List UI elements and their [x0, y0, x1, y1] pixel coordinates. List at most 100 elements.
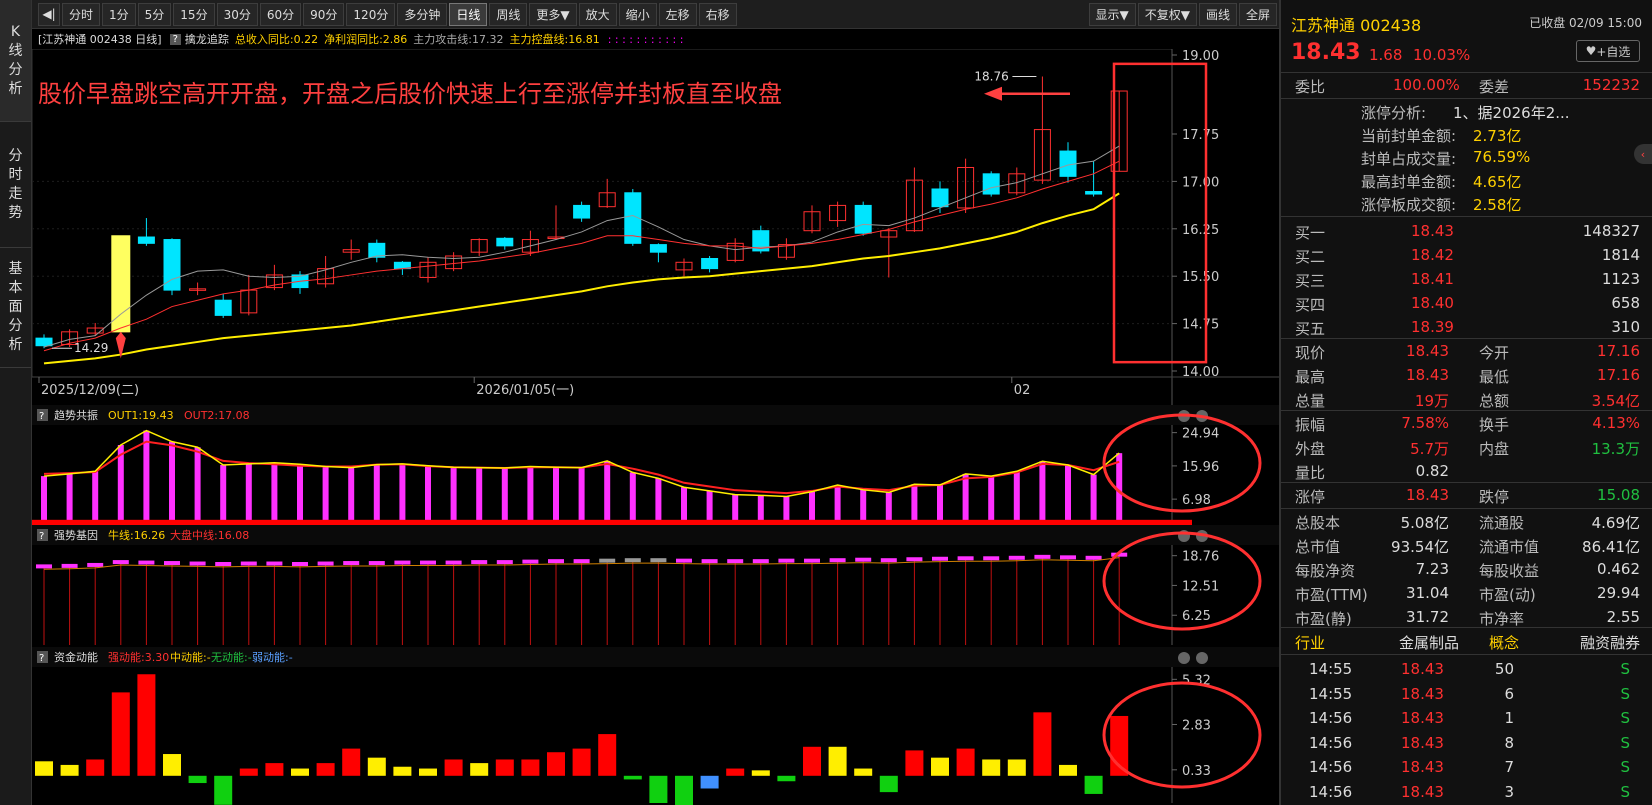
bid-volume-1: 1814: [1601, 246, 1640, 264]
chart-title: [江苏神通 002438 日线]: [38, 33, 162, 46]
strong-help-glyph: ?: [39, 531, 44, 542]
tab-intraday[interactable]: 分时走势: [0, 122, 31, 248]
fund-bar-21: [572, 748, 591, 776]
candle-5[interactable]: [163, 238, 181, 296]
toolbar-btn-7[interactable]: 120分: [346, 2, 396, 26]
toolbar-btn-19[interactable]: 全屏: [1238, 2, 1277, 26]
fund-bar-35: [931, 757, 949, 776]
limit-up-row-3: 最高封单金额: 4.65亿: [1281, 169, 1652, 193]
toolbar-btn-13[interactable]: 缩小: [618, 2, 657, 26]
add-favorite-button[interactable]: ♥ +自选: [1576, 40, 1640, 62]
tab-kline[interactable]: K线分析: [0, 0, 31, 122]
stats2-value-1-a: 5.7万: [1410, 440, 1449, 458]
tick-price-3: 18.43: [1401, 733, 1444, 752]
stats4-value-1-b: 86.41亿: [1582, 538, 1640, 556]
trend-bar-34: [911, 484, 918, 525]
toolbar-btn-10[interactable]: 周线: [489, 2, 528, 26]
collapse-button[interactable]: ◀|: [38, 2, 60, 26]
tick-side-2: S: [1620, 709, 1630, 727]
strong-bar-20: [548, 559, 564, 564]
stats2-value-2-a: 0.82: [1415, 462, 1449, 480]
fund-close-icon[interactable]: [1196, 652, 1208, 664]
toolbar-btn-9[interactable]: 日线: [449, 2, 488, 26]
strong-bar-15: [420, 560, 436, 565]
bid-row-0[interactable]: 买一 18.43 148327: [1281, 220, 1652, 244]
bid-row-3[interactable]: 买四 18.40 658: [1281, 292, 1652, 316]
limit-up-row-4: 涨停板成交额: 2.58亿: [1281, 192, 1652, 216]
expand-arrow-icon[interactable]: ‹: [1634, 144, 1652, 164]
limit-up-value-4: 2.58亿: [1473, 196, 1522, 214]
toolbar-btn-11[interactable]: 更多▼: [529, 2, 577, 26]
stats1-row-0: 现价 18.43 今开 17.16: [1281, 340, 1652, 364]
toolbar-btn-3[interactable]: 15分: [173, 2, 215, 26]
strong-title: 强势基因: [54, 529, 98, 542]
tick-volume-1: 6: [1504, 684, 1514, 703]
trend-bar-16: [450, 467, 457, 525]
strong-bar-39: [1034, 554, 1051, 559]
profit-yoy: 净利润同比:2.86: [324, 33, 408, 46]
toolbar-btn-6[interactable]: 90分: [303, 2, 345, 26]
divider: [1281, 410, 1652, 411]
toolbar-btn-1[interactable]: 1分: [102, 2, 136, 26]
candle-32[interactable]: [854, 201, 872, 236]
strong-bar-10: [292, 562, 308, 566]
weibi-row: 委比 100.00% 委差 152232: [1281, 74, 1652, 98]
trend-bar-40: [1065, 465, 1071, 525]
candle-body-26: [701, 258, 719, 270]
indicator-name[interactable]: 擒龙追踪: [185, 31, 229, 47]
industry-row[interactable]: 行业 金属制品 概念 融资融券: [1281, 630, 1652, 654]
divider: [1281, 72, 1652, 73]
fund-bar-24: [649, 775, 668, 803]
fund-bar-37: [982, 759, 1001, 776]
tick-row-3: 14:56 18.43 8 S: [1281, 732, 1652, 756]
main-candle-chart[interactable]: 19.00 17.75 17.00 16.25 15.50 14.75 14.00 2025/…: [32, 49, 1279, 405]
bid-row-4[interactable]: 买五 18.39 310: [1281, 316, 1652, 340]
fund-bar-7: [214, 775, 233, 805]
trend-bar-13: [373, 464, 380, 525]
bid-row-1[interactable]: 买二 18.42 1814: [1281, 244, 1652, 268]
toolbar-btn-8[interactable]: 多分钟: [397, 2, 448, 26]
candle-37[interactable]: [982, 171, 1000, 197]
toolbar-btn-0[interactable]: 分时: [62, 2, 101, 26]
toolbar-btn-17[interactable]: 不复权▼: [1137, 2, 1197, 26]
limit-up-row-0[interactable]: 涨停分析: 1、据2026年2...: [1281, 100, 1652, 124]
bid-row-2[interactable]: 买三 18.41 1123: [1281, 268, 1652, 292]
toolbar-btn-18[interactable]: 画线: [1198, 2, 1237, 26]
toolbar-btn-15[interactable]: 右移: [698, 2, 737, 26]
limit-up-value-0: 1、据2026年2...: [1453, 104, 1570, 122]
tab-fundamental[interactable]: 基本面分析: [0, 248, 31, 368]
toolbar-btn-4[interactable]: 30分: [216, 2, 258, 26]
strong-bar-36: [957, 556, 974, 561]
trend-bar-19: [527, 466, 534, 525]
help-icon[interactable]: ?: [169, 33, 181, 45]
bid-label-0: 买一: [1295, 224, 1326, 242]
candle-body-41: [1085, 191, 1103, 195]
toolbar-btn-5[interactable]: 60分: [259, 2, 302, 26]
trend-bar-38: [1013, 471, 1020, 525]
toolbar-btn-2[interactable]: 5分: [137, 2, 172, 26]
bid-price-1: 18.42: [1411, 246, 1454, 264]
indicator-panels[interactable]: ? 趋势共振 OUT1:19.43 OUT2:17.08 24.94 15.96 6.98?…: [32, 405, 1279, 805]
candle-23[interactable]: [624, 188, 642, 246]
bid-price-4: 18.39: [1411, 318, 1454, 336]
bid-price-0: 18.43: [1411, 222, 1454, 240]
trend-bar-31: [834, 485, 841, 525]
trend-bar-41: [1090, 474, 1097, 525]
strong-bar-28: [752, 559, 769, 564]
price-change-pct: 10.03%: [1413, 46, 1471, 64]
stats1-value-1-a: 18.43: [1406, 366, 1449, 384]
tick-price-0: 18.43: [1401, 660, 1444, 678]
fund-bar-28: [751, 770, 770, 776]
stats4-value-0-b: 4.69亿: [1591, 514, 1640, 532]
toolbar-btn-14[interactable]: 左移: [658, 2, 697, 26]
tick-time-5: 14:56: [1309, 782, 1353, 801]
fund-gear-icon[interactable]: [1178, 652, 1190, 664]
toolbar-btn-16[interactable]: 显示▼: [1088, 2, 1136, 26]
stats4-label-0-b: 流通股: [1479, 514, 1525, 532]
fund-val-3: 弱动能:-: [252, 650, 293, 664]
divider: [1281, 482, 1652, 483]
candle-body-21: [573, 204, 591, 219]
toolbar-btn-12[interactable]: 放大: [578, 2, 617, 26]
tick-side-4: S: [1620, 758, 1630, 776]
indicator-dots: : : : : : : : : : : :: [607, 32, 684, 46]
